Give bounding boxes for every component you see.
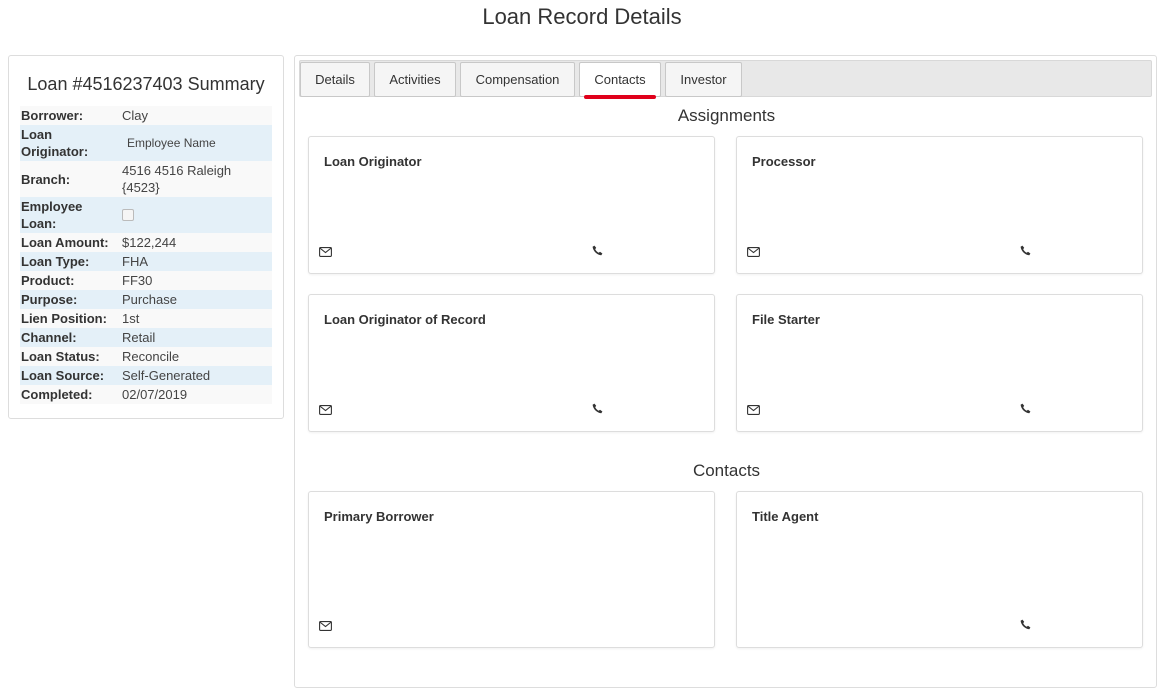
summary-label: Branch:	[20, 161, 121, 197]
tab-details[interactable]: Details	[300, 62, 370, 97]
loan-summary-panel: Loan #4516237403 Summary Borrower: Clay …	[8, 55, 284, 419]
envelope-icon[interactable]	[747, 405, 760, 415]
summary-value: FHA	[121, 252, 272, 271]
tab-contacts-label: Contacts	[594, 72, 646, 87]
card-title-agent: Title Agent	[736, 491, 1143, 648]
summary-table: Borrower: Clay Loan Originator: Employee…	[20, 106, 272, 404]
summary-label: Loan Originator:	[20, 125, 121, 161]
summary-value: Clay	[121, 106, 272, 125]
summary-value: Employee Name	[127, 136, 216, 150]
page-title: Loan Record Details	[482, 4, 682, 29]
summary-row-loan-originator: Loan Originator: Employee Name	[20, 125, 272, 161]
envelope-icon[interactable]	[319, 405, 332, 415]
summary-row-loan-type: Loan Type: FHA	[20, 252, 272, 271]
phone-icon[interactable]	[592, 403, 603, 414]
card-file-starter: File Starter	[736, 294, 1143, 432]
summary-title: Loan #4516237403 Summary	[27, 74, 265, 94]
summary-value: Self-Generated	[121, 366, 272, 385]
card-title: Title Agent	[752, 509, 819, 524]
phone-icon[interactable]	[1020, 619, 1031, 630]
summary-label: Product:	[20, 271, 121, 290]
active-tab-indicator	[584, 95, 656, 99]
summary-value: Purchase	[121, 290, 272, 309]
tab-activities[interactable]: Activities	[374, 62, 456, 97]
tab-bar: Details Activities Compensation Contacts…	[299, 60, 1152, 99]
summary-value: 4516 4516 Raleigh {4523}	[121, 161, 272, 197]
summary-label: Loan Source:	[20, 366, 121, 385]
assignments-heading: Assignments	[677, 106, 776, 125]
summary-label: Completed:	[20, 385, 121, 404]
summary-label: Employee Loan:	[20, 197, 121, 233]
tab-investor[interactable]: Investor	[665, 62, 742, 97]
tab-compensation[interactable]: Compensation	[460, 62, 575, 97]
summary-label: Loan Type:	[20, 252, 121, 271]
envelope-icon[interactable]	[319, 621, 332, 631]
summary-row-loan-amount: Loan Amount: $122,244	[20, 233, 272, 252]
employee-loan-checkbox	[122, 208, 134, 221]
summary-row-loan-status: Loan Status: Reconcile	[20, 347, 272, 366]
card-title: Loan Originator of Record	[324, 312, 486, 327]
summary-value: Retail	[121, 328, 272, 347]
summary-row-product: Product: FF30	[20, 271, 272, 290]
phone-icon[interactable]	[592, 245, 603, 256]
summary-label: Purpose:	[20, 290, 121, 309]
phone-icon[interactable]	[1020, 245, 1031, 256]
summary-label: Loan Status:	[20, 347, 121, 366]
summary-label: Lien Position:	[20, 309, 121, 328]
card-loan-originator: Loan Originator	[308, 136, 715, 274]
summary-value: 02/07/2019	[121, 385, 272, 404]
tab-contacts[interactable]: Contacts	[579, 62, 661, 99]
card-title: Processor	[752, 154, 816, 169]
summary-row-employee-loan: Employee Loan:	[20, 197, 272, 233]
phone-icon[interactable]	[1020, 403, 1031, 414]
card-processor: Processor	[736, 136, 1143, 274]
summary-row-purpose: Purpose: Purchase	[20, 290, 272, 309]
summary-row-borrower: Borrower: Clay	[20, 106, 272, 125]
envelope-icon[interactable]	[319, 247, 332, 257]
summary-value: $122,244	[121, 233, 272, 252]
contacts-heading: Contacts	[692, 461, 761, 480]
contacts-panel: Details Activities Compensation Contacts…	[294, 55, 1157, 688]
envelope-icon[interactable]	[747, 247, 760, 257]
card-primary-borrower: Primary Borrower	[308, 491, 715, 648]
summary-label: Borrower:	[20, 106, 121, 125]
summary-row-lien-position: Lien Position: 1st	[20, 309, 272, 328]
card-title: File Starter	[752, 312, 820, 327]
summary-label: Channel:	[20, 328, 121, 347]
summary-value: 1st	[121, 309, 272, 328]
summary-label: Loan Amount:	[20, 233, 121, 252]
card-title: Primary Borrower	[324, 509, 434, 524]
summary-row-channel: Channel: Retail	[20, 328, 272, 347]
summary-row-loan-source: Loan Source: Self-Generated	[20, 366, 272, 385]
summary-row-branch: Branch: 4516 4516 Raleigh {4523}	[20, 161, 272, 197]
card-loan-originator-of-record: Loan Originator of Record	[308, 294, 715, 432]
summary-value: Reconcile	[121, 347, 272, 366]
card-title: Loan Originator	[324, 154, 422, 169]
summary-value: FF30	[121, 271, 272, 290]
summary-row-completed: Completed: 02/07/2019	[20, 385, 272, 404]
